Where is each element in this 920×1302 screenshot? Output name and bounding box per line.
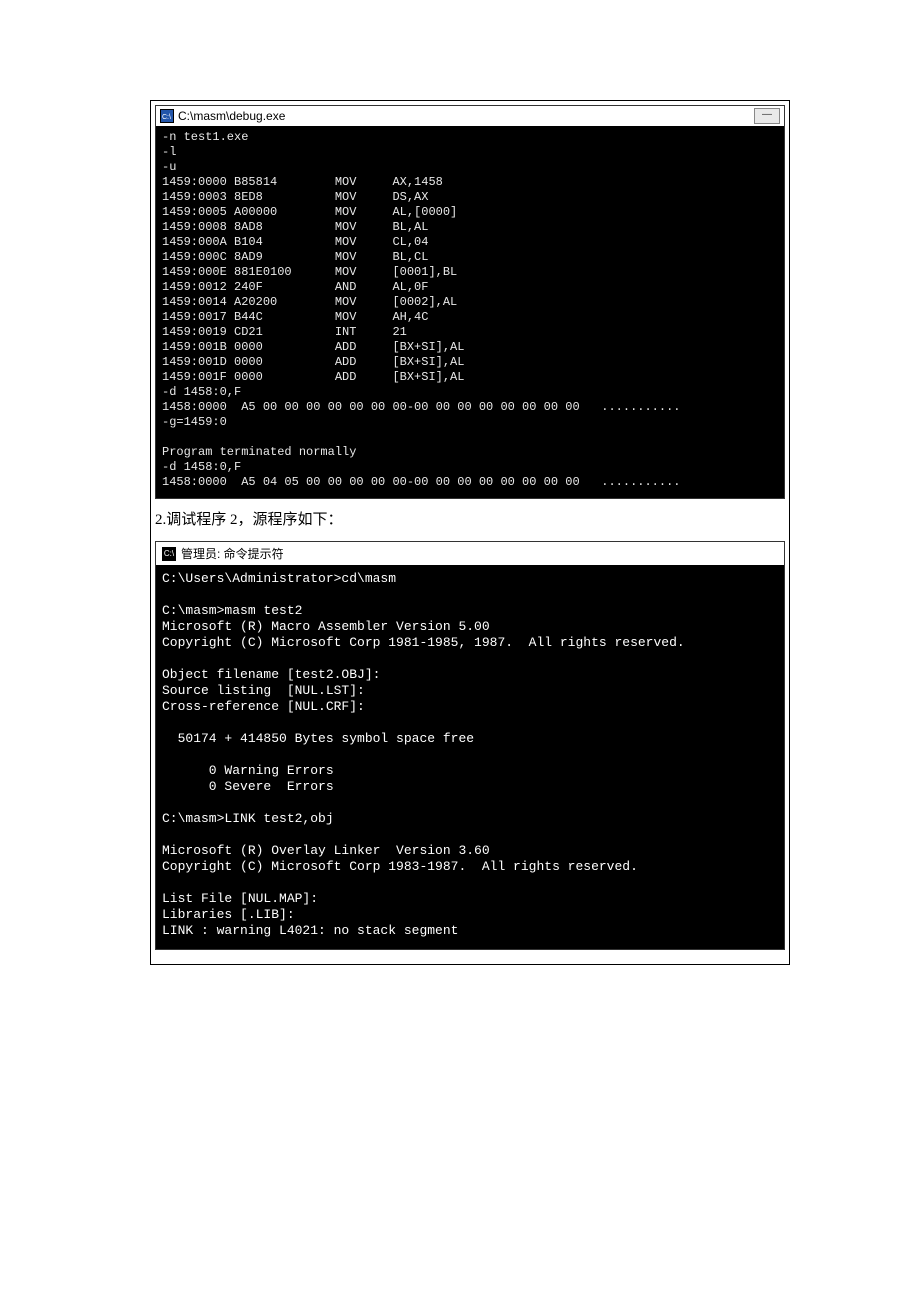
document-page: C:\ C:\masm\debug.exe — -n test1.exe -l …	[0, 0, 920, 1302]
cmd-terminal-output: C:\Users\Administrator>cd\masm C:\masm>m…	[156, 565, 784, 949]
minimize-button[interactable]: —	[754, 108, 780, 124]
cmd-icon: C:\	[160, 109, 174, 123]
cmd-window-title: 管理员: 命令提示符	[181, 545, 284, 562]
cmd-titlebar: C:\ 管理员: 命令提示符	[156, 542, 784, 565]
window-titlebar: C:\ C:\masm\debug.exe —	[156, 106, 784, 126]
debug-window: C:\ C:\masm\debug.exe — -n test1.exe -l …	[155, 105, 785, 499]
window-title: C:\masm\debug.exe	[178, 108, 754, 124]
content-frame: C:\ C:\masm\debug.exe — -n test1.exe -l …	[150, 100, 790, 965]
cmd-window: C:\ 管理员: 命令提示符 C:\Users\Administrator>cd…	[155, 541, 785, 950]
cmd-icon: C:\	[162, 547, 176, 561]
section-caption: 2.调试程序 2，源程序如下：	[155, 509, 785, 531]
svg-text:C:\: C:\	[162, 114, 171, 121]
debug-terminal-output: -n test1.exe -l -u 1459:0000 B85814 MOV …	[156, 126, 784, 498]
window-controls: —	[754, 108, 780, 124]
